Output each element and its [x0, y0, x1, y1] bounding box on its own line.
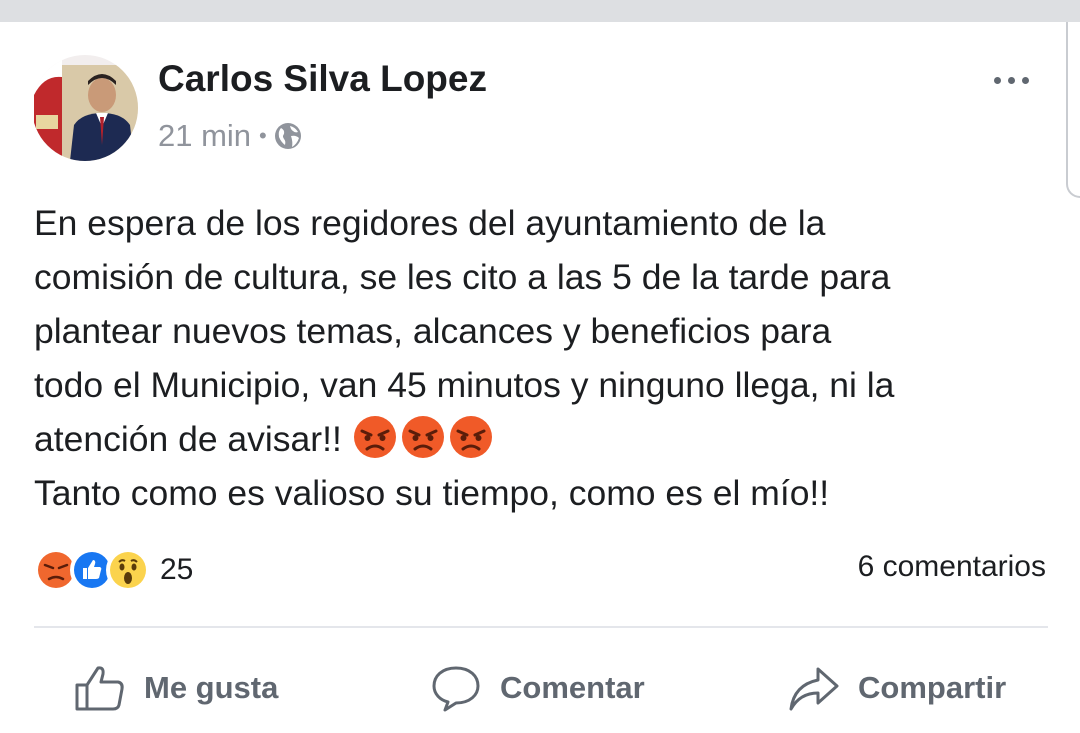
avatar-image [32, 55, 138, 161]
post-text: En espera de los regidores del ayuntamie… [34, 196, 1054, 520]
share-button[interactable]: Compartir [788, 660, 1006, 716]
reaction-count: 25 [160, 553, 194, 586]
post-text-line: comisión de cultura, se les cito a las 5… [34, 257, 891, 297]
like-button[interactable]: Me gusta [74, 660, 278, 716]
dot-icon [993, 76, 1001, 84]
divider [34, 626, 1048, 628]
like-label: Me gusta [144, 670, 279, 705]
reactions-summary[interactable]: 25 [34, 548, 193, 592]
angry-face-emoji-icon [353, 416, 396, 458]
post-time[interactable]: 21 min [158, 118, 251, 154]
top-bar [0, 0, 1080, 22]
angry-face-emoji-icon [401, 416, 444, 458]
meta-separator: • [259, 123, 267, 148]
comment-button[interactable]: Comentar [430, 660, 645, 716]
globe-icon [274, 123, 301, 149]
thumbs-up-icon [75, 666, 124, 711]
comments-count-link[interactable]: 6 comentarios [858, 550, 1046, 584]
wow-reaction-icon [106, 548, 150, 592]
dot-icon [1007, 76, 1015, 84]
post-text-line: plantear nuevos temas, alcances y benefi… [34, 311, 832, 351]
comment-bubble-icon [432, 666, 480, 712]
post-meta: 21 min • [158, 116, 303, 156]
comment-label: Comentar [500, 670, 645, 705]
post-text-line: En espera de los regidores del ayuntamie… [34, 203, 826, 243]
share-label: Compartir [858, 670, 1007, 705]
post-text-line: Tanto como es valioso su tiempo, como es… [34, 473, 830, 513]
share-arrow-icon [789, 667, 839, 711]
author-name[interactable]: Carlos Silva Lopez [158, 58, 487, 100]
scrollbar[interactable] [1066, 22, 1080, 198]
post-text-segment: atención de avisar!! [34, 419, 342, 459]
more-options-button[interactable] [986, 60, 1036, 100]
post-text-line: todo el Municipio, van 45 minutos y ning… [34, 365, 895, 405]
angry-face-emoji-icon [449, 416, 492, 458]
avatar[interactable] [32, 55, 138, 161]
dot-icon [1021, 76, 1029, 84]
post-text-line-emoji: atención de avisar!! [34, 412, 1054, 466]
